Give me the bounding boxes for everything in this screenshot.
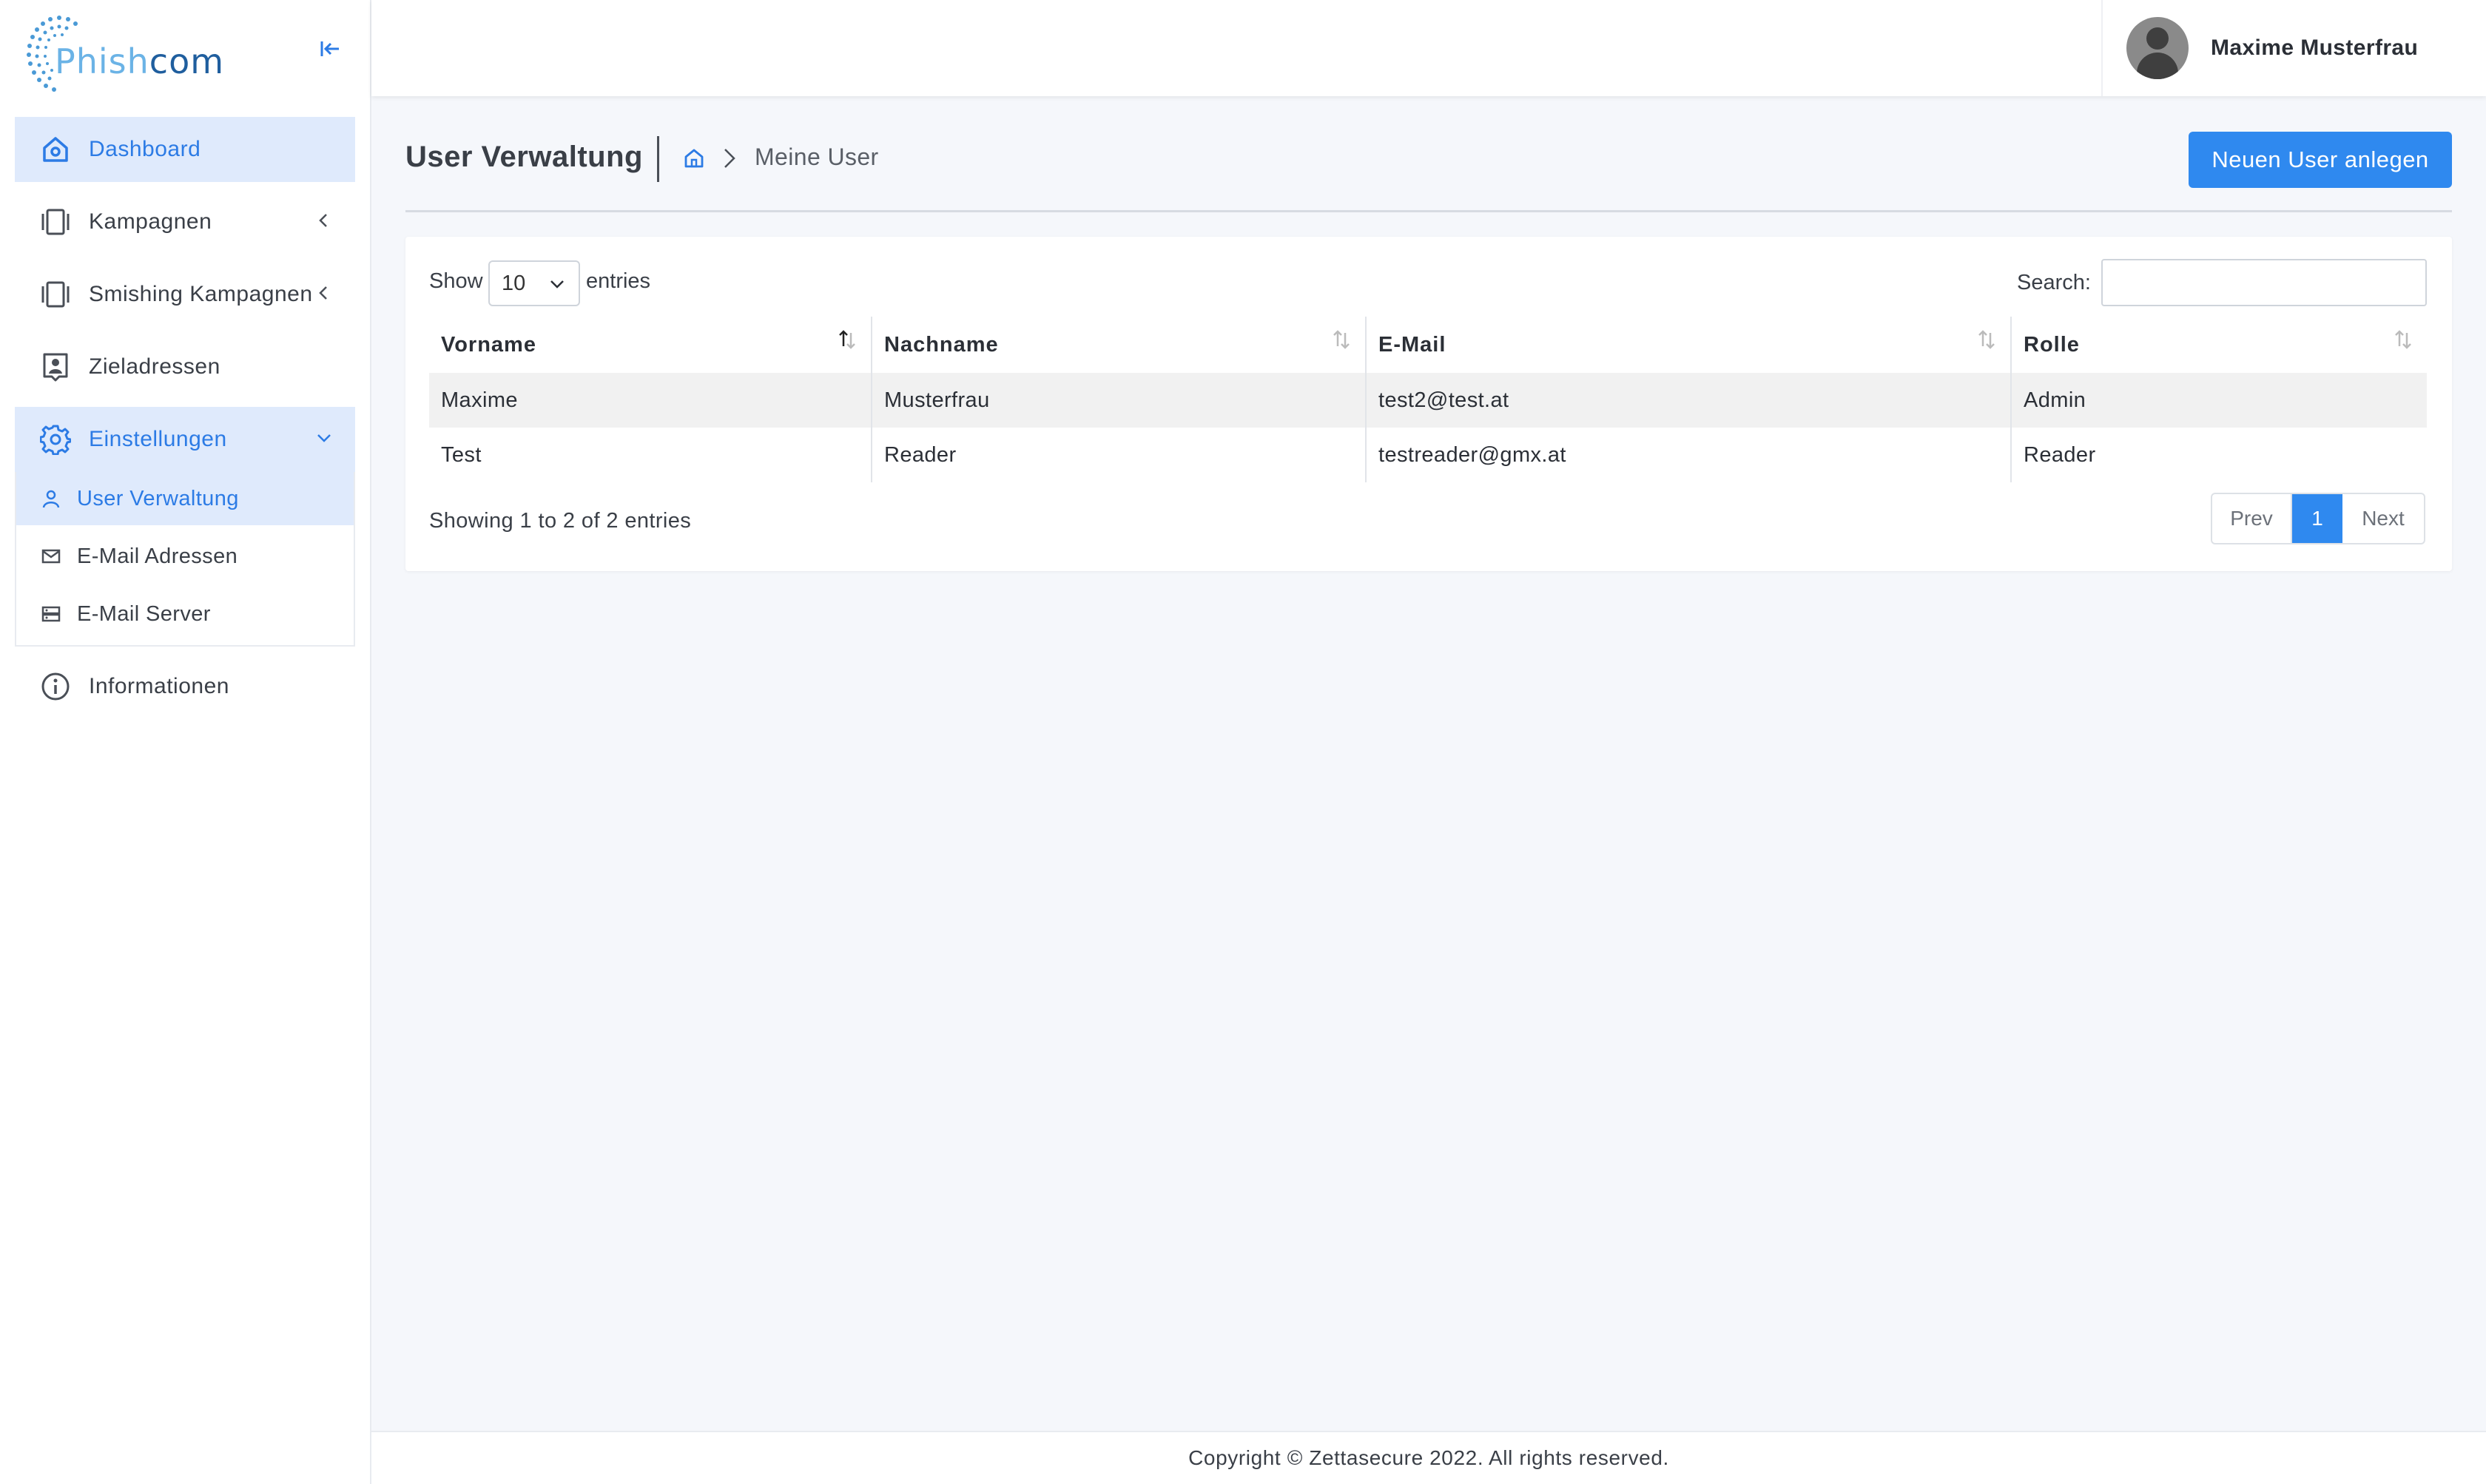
sidebar-item-label: Kampagnen <box>89 209 212 234</box>
mail-icon <box>40 545 62 567</box>
sidebar-item-smishing-kampagnen[interactable]: Smishing Kampagnen <box>15 262 355 327</box>
sidebar-item-dashboard[interactable]: Dashboard <box>15 117 355 182</box>
sidebar-item-kampagnen[interactable]: Kampagnen <box>15 189 355 254</box>
length-after-label: entries <box>586 269 651 293</box>
table-info: Showing 1 to 2 of 2 entries <box>429 509 692 533</box>
cell-rolle: Reader <box>2024 442 2096 467</box>
column-header-label: Vorname <box>441 332 536 357</box>
sidebar-item-label: Einstellungen <box>89 427 227 451</box>
sidebar-nav: Dashboard Kampagnen Smishing Kampagnen Z… <box>15 117 355 726</box>
users-table-card: Show 10 entries Search: Vorname Nachname… <box>405 237 2452 571</box>
breadcrumb-home-icon[interactable] <box>682 146 706 170</box>
avatar <box>2126 17 2189 79</box>
sort-asc-icon <box>839 330 855 349</box>
sidebar: Phishcom Dashboard Kampagnen Smishing Ka… <box>0 0 371 1484</box>
sidebar-item-label: Informationen <box>89 674 229 698</box>
sidebar-subitem-label: E-Mail Adressen <box>77 544 238 568</box>
copyright-text: Copyright © Zettasecure 2022. All rights… <box>1188 1446 1669 1469</box>
collapse-left-icon <box>320 41 339 56</box>
search-label: Search: <box>2017 271 2091 294</box>
cell-email: testreader@gmx.at <box>1366 428 2012 482</box>
entries-per-page-select[interactable]: 10 <box>488 260 580 306</box>
logo-text: Phishcom <box>55 41 224 81</box>
table-header-row: Vorname Nachname E-Mail Rolle <box>429 317 2427 373</box>
sidebar-item-label: Dashboard <box>89 137 201 161</box>
column-header-label: E-Mail <box>1378 332 1446 357</box>
sidebar-subitem-email-server[interactable]: E-Mail Server <box>16 587 354 641</box>
column-header-email[interactable]: E-Mail <box>1366 317 2012 373</box>
column-header-nachname[interactable]: Nachname <box>872 317 1367 373</box>
column-header-vorname[interactable]: Vorname <box>429 317 872 373</box>
column-header-rolle[interactable]: Rolle <box>2011 317 2427 373</box>
header-divider <box>405 210 2452 212</box>
users-table: Vorname Nachname E-Mail Rolle Maxime Mus… <box>429 317 2427 482</box>
title-divider <box>657 136 659 182</box>
logo-text-part-a: Phish <box>55 41 149 81</box>
campaigns-icon <box>38 277 73 311</box>
footer: Copyright © Zettasecure 2022. All rights… <box>371 1431 2486 1484</box>
user-icon <box>40 488 62 510</box>
page-title: User Verwaltung <box>405 141 643 173</box>
top-bar: Maxime Musterfrau <box>371 0 2486 96</box>
chevron-down-icon <box>317 434 331 442</box>
sidebar-subitem-label: User Verwaltung <box>77 486 239 510</box>
sidebar-item-zieladressen[interactable]: Zieladressen <box>15 334 355 399</box>
table-row[interactable]: Maxime Musterfrau test2@test.at Admin <box>429 373 2427 428</box>
cell-nachname: Reader <box>872 428 1367 482</box>
pagination-prev-button[interactable]: Prev <box>2212 494 2292 543</box>
breadcrumb-current: Meine User <box>755 144 879 170</box>
server-icon <box>40 603 62 625</box>
table-row[interactable]: Test Reader testreader@gmx.at Reader <box>429 428 2427 482</box>
gear-icon <box>38 422 73 456</box>
cell-rolle: Admin <box>2011 373 2427 428</box>
logo-text-part-b: com <box>149 41 225 81</box>
settings-submenu: User Verwaltung E-Mail Adressen E-Mail S… <box>15 472 355 647</box>
campaigns-icon <box>38 205 73 239</box>
sort-icon <box>2395 330 2411 349</box>
sidebar-subitem-email-adressen[interactable]: E-Mail Adressen <box>16 530 354 583</box>
user-name: Maxime Musterfrau <box>2211 36 2419 60</box>
sidebar-subitem-user-verwaltung[interactable]: User Verwaltung <box>16 472 354 525</box>
avatar-body-shape <box>2137 53 2178 79</box>
user-menu[interactable]: Maxime Musterfrau <box>2101 0 2486 96</box>
sort-icon <box>1333 330 1350 349</box>
breadcrumb-chevron-right-icon <box>724 149 735 168</box>
app-logo[interactable]: Phishcom <box>22 13 244 95</box>
pagination-next-button[interactable]: Next <box>2342 494 2424 543</box>
cell-vorname: Maxime <box>429 373 872 428</box>
address-card-icon <box>38 350 73 384</box>
search-input[interactable] <box>2101 259 2427 306</box>
cell-nachname: Musterfrau <box>872 373 1367 428</box>
sidebar-item-einstellungen[interactable]: Einstellungen <box>15 407 355 472</box>
cell-email: test2@test.at <box>1366 373 2012 428</box>
home-icon <box>38 132 73 166</box>
new-user-button[interactable]: Neuen User anlegen <box>2189 132 2452 188</box>
pagination-page-button[interactable]: 1 <box>2292 494 2342 543</box>
chevron-left-icon <box>319 214 327 227</box>
avatar-head-shape <box>2146 27 2169 50</box>
column-header-label: Nachname <box>884 332 999 357</box>
sidebar-item-label: Smishing Kampagnen <box>89 282 313 306</box>
sort-icon <box>1978 330 1995 349</box>
column-header-label: Rolle <box>2024 332 2080 357</box>
sidebar-item-informationen[interactable]: Informationen <box>15 654 355 719</box>
sidebar-item-label: Zieladressen <box>89 354 220 379</box>
chevron-down-icon <box>550 280 564 289</box>
chevron-left-icon <box>319 286 327 300</box>
entries-per-page-value: 10 <box>502 271 526 295</box>
info-icon <box>38 670 73 704</box>
sidebar-subitem-label: E-Mail Server <box>77 601 211 626</box>
collapse-sidebar-button[interactable] <box>315 34 345 64</box>
length-label: Show <box>429 269 483 293</box>
pagination: Prev 1 Next <box>2211 493 2425 544</box>
cell-vorname: Test <box>429 428 872 482</box>
